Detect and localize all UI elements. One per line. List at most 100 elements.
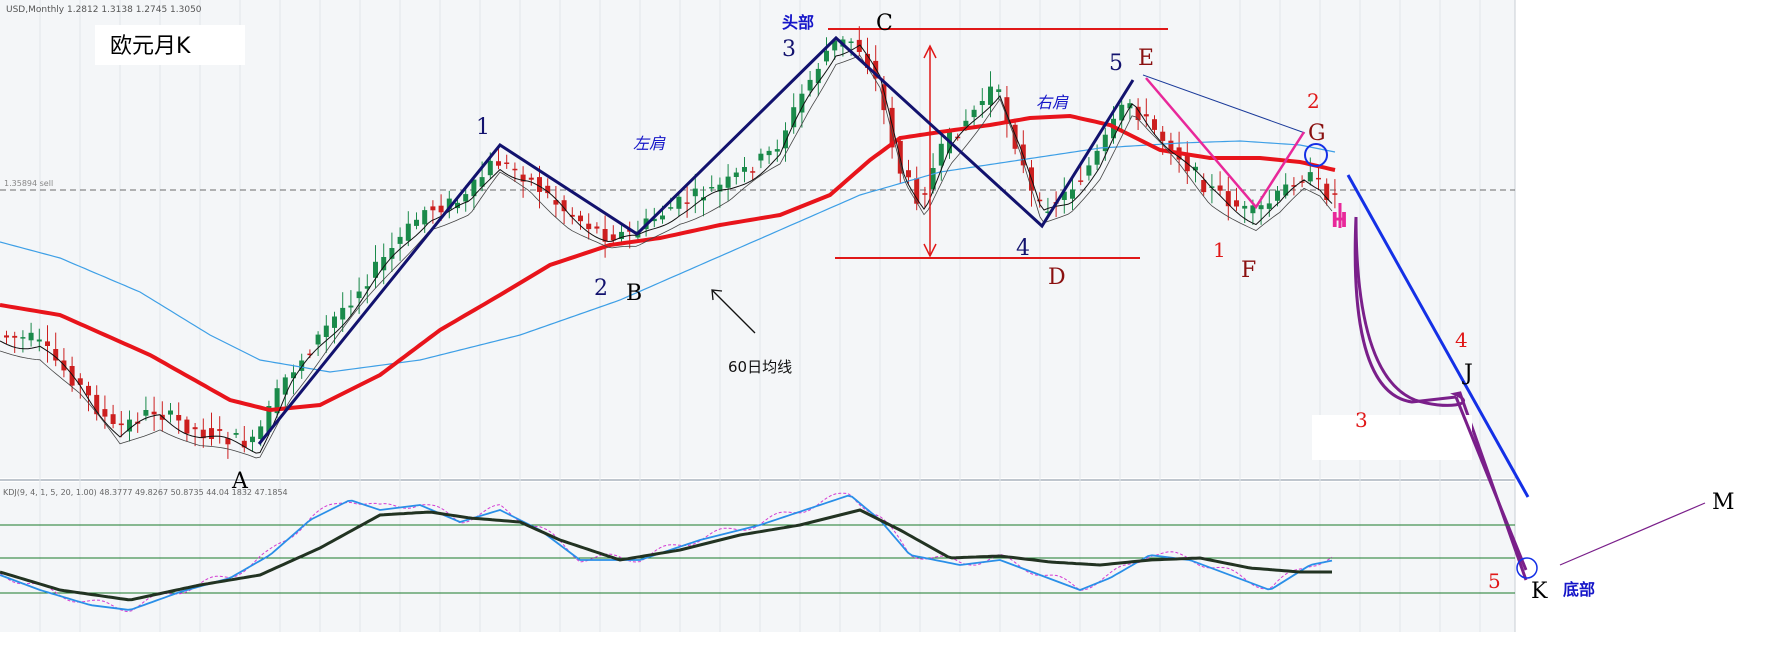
candle-body (192, 427, 198, 430)
candle-body (504, 162, 510, 164)
candle-body (1078, 180, 1084, 182)
point-k-label: K (1531, 579, 1548, 604)
candle-body (684, 202, 690, 204)
candle-body (250, 436, 255, 443)
candle-body (692, 188, 698, 197)
candle-body (963, 120, 969, 127)
candle-body (1266, 203, 1272, 209)
point-f-label: F (1241, 258, 1256, 283)
candle-body (1258, 205, 1264, 210)
candle-body (430, 206, 436, 211)
candle-body (750, 171, 756, 173)
candle-body (1217, 185, 1223, 191)
candle-body (102, 409, 108, 417)
candle-body (668, 207, 674, 209)
point-d-label: D (1048, 265, 1066, 290)
candle-body (528, 177, 534, 180)
projection-mask (1312, 415, 1472, 460)
candle-body (118, 423, 124, 426)
decline-label-3: 3 (1355, 408, 1368, 432)
wave-label-4: 4 (1016, 236, 1030, 261)
candle-body (988, 86, 993, 105)
candle-body (487, 160, 493, 176)
ma60-label: 60日均线 (728, 358, 792, 376)
candle-body (848, 41, 854, 43)
candle-body (184, 419, 190, 434)
candle-body (594, 226, 600, 229)
candle-body (660, 215, 665, 220)
candle-body (1275, 190, 1280, 201)
candle-body (512, 168, 518, 171)
right-shoulder-label: 右肩 (1036, 93, 1069, 112)
candle-body (1307, 172, 1313, 182)
point-h-label: H (1331, 208, 1348, 232)
candle-body (709, 187, 715, 189)
candle-body (315, 334, 321, 345)
candle-body (463, 194, 469, 202)
candle-body (799, 93, 805, 113)
candle-body (217, 429, 223, 431)
candle-body (69, 366, 75, 386)
candle-body (996, 89, 1002, 92)
candle-body (1094, 150, 1100, 165)
point-j-label: J (1462, 361, 1473, 386)
candle-body (1316, 177, 1321, 180)
candle-body (168, 410, 173, 415)
candle-body (1201, 180, 1207, 193)
decline-label-4: 4 (1455, 328, 1468, 352)
chart: 欧元月K USD,Monthly 1.2812 1.3138 1.2745 1.… (0, 0, 1774, 660)
candle-body (971, 109, 977, 118)
candle-body (323, 325, 329, 337)
point-m-label: M (1712, 490, 1735, 515)
price-level-label: 1.35894 sell (4, 179, 53, 188)
chart-title: 欧元月K (110, 34, 191, 59)
candle-body (1012, 124, 1018, 149)
candle-body (725, 176, 731, 188)
candle-body (807, 79, 813, 91)
candle-body (1242, 205, 1248, 209)
candle-body (422, 210, 428, 225)
indicator-panel (0, 482, 1515, 632)
candle-body (1070, 189, 1075, 199)
candle-body (176, 415, 182, 421)
decline-label-2: 2 (1307, 89, 1320, 113)
candle-body (1152, 119, 1157, 130)
candle-body (922, 193, 928, 195)
candle-body (906, 170, 911, 178)
candle-body (1086, 165, 1092, 176)
candle-body (824, 50, 829, 62)
candle-body (1234, 200, 1239, 207)
head-label: 头部 (782, 13, 814, 32)
candle-body (979, 101, 985, 105)
candle-body (766, 150, 772, 156)
candle-body (36, 339, 42, 342)
candle-body (578, 215, 583, 222)
point-e-label: E (1138, 46, 1154, 71)
candle-body (742, 167, 747, 172)
candle-body (356, 291, 362, 299)
candle-body (733, 172, 739, 177)
candle-body (348, 305, 354, 308)
candle-body (815, 68, 821, 84)
candle-body (938, 143, 944, 166)
candle-body (143, 410, 149, 416)
candle-body (1102, 134, 1108, 152)
candle-body (586, 223, 592, 230)
candle-body (414, 219, 419, 226)
candle-body (233, 433, 239, 435)
point-b-label: B (626, 281, 642, 306)
candle-body (110, 414, 116, 424)
wave-label-2: 2 (594, 276, 608, 301)
wave-label-5: 5 (1109, 51, 1123, 76)
chart-svg: 欧元月K USD,Monthly 1.2812 1.3138 1.2745 1.… (0, 0, 1774, 660)
candle-body (340, 307, 346, 320)
candle-body (1160, 131, 1166, 141)
price-header: USD,Monthly 1.2812 1.3138 1.2745 1.3050 (6, 5, 202, 15)
left-shoulder-label: 左肩 (633, 134, 666, 153)
wave-label-3: 3 (782, 37, 796, 62)
point-g-label: G (1308, 121, 1326, 146)
candle-body (438, 205, 444, 213)
candle-body (676, 196, 682, 209)
bottom-label: 底部 (1563, 580, 1595, 599)
candle-body (397, 236, 403, 244)
